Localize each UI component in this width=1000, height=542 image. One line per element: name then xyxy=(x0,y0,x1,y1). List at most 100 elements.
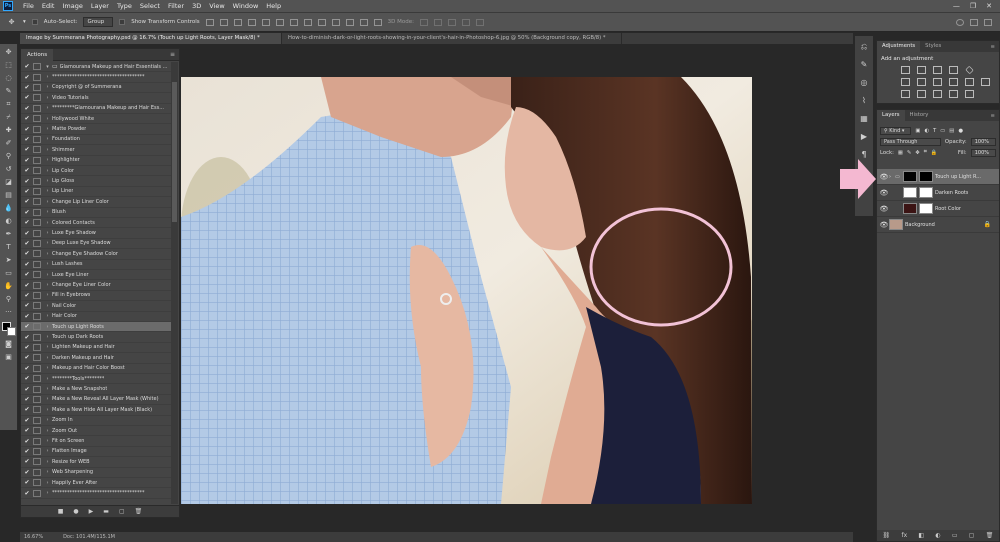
toggle-check-icon[interactable]: ✔ xyxy=(23,146,31,153)
distribute-left-icon[interactable] xyxy=(331,18,340,26)
toggle-check-icon[interactable]: ✔ xyxy=(23,115,31,122)
menu-image[interactable]: Image xyxy=(58,2,86,10)
menu-edit[interactable]: Edit xyxy=(38,2,59,10)
expand-arrow-icon[interactable]: › xyxy=(43,386,52,392)
expand-arrow-icon[interactable]: › xyxy=(43,74,52,80)
expand-arrow-icon[interactable]: › xyxy=(43,355,52,361)
expand-arrow-icon[interactable]: › xyxy=(43,376,52,382)
show-transform-checkbox[interactable] xyxy=(119,19,126,25)
menu-layer[interactable]: Layer xyxy=(87,2,113,10)
expand-arrow-icon[interactable]: › xyxy=(43,261,52,267)
dialog-toggle-box[interactable] xyxy=(33,135,41,143)
tool-preset-arrow-icon[interactable]: ▾ xyxy=(23,19,26,25)
expand-arrow-icon[interactable]: ▾ xyxy=(43,64,52,70)
expand-arrow-icon[interactable]: › xyxy=(43,428,52,434)
dialog-toggle-box[interactable] xyxy=(33,146,41,154)
dialog-toggle-box[interactable] xyxy=(33,271,41,279)
action-row[interactable]: ✔ › Resize for WEB xyxy=(21,457,171,468)
dialog-toggle-box[interactable] xyxy=(33,291,41,299)
expand-arrow-icon[interactable]: › xyxy=(43,292,52,298)
lock-all-icon[interactable]: 🔒 xyxy=(931,150,938,156)
document-photo[interactable] xyxy=(181,77,752,504)
dialog-toggle-box[interactable] xyxy=(33,219,41,227)
tab-document-jpg[interactable]: How-to-diminish-dark-or-light-roots-show… xyxy=(282,33,622,44)
visibility-eye-icon[interactable]: 👁 xyxy=(879,173,889,181)
action-row[interactable]: ✔ › Lighten Makeup and Hair xyxy=(21,343,171,354)
eraser-tool-icon[interactable]: ◪ xyxy=(3,177,14,187)
expand-arrow-icon[interactable]: › xyxy=(43,459,52,465)
distribute-top-icon[interactable] xyxy=(289,18,298,26)
expand-arrow-icon[interactable]: › xyxy=(43,282,52,288)
menu-help[interactable]: Help xyxy=(262,2,285,10)
pen-tool-icon[interactable]: ✒ xyxy=(3,229,14,239)
expand-arrow-icon[interactable]: › xyxy=(43,209,52,215)
toggle-check-icon[interactable]: ✔ xyxy=(23,417,31,424)
action-row[interactable]: ✔ › Colored Contacts xyxy=(21,218,171,229)
expand-arrow-icon[interactable]: › xyxy=(43,396,52,402)
action-row[interactable]: ✔ › Change Lip Liner Color xyxy=(21,197,171,208)
toggle-check-icon[interactable]: ✔ xyxy=(23,354,31,361)
brush-tool-icon[interactable]: ✐ xyxy=(3,138,14,148)
toggle-check-icon[interactable]: ✔ xyxy=(23,188,31,195)
visibility-eye-icon[interactable]: 👁 xyxy=(879,205,889,213)
expand-arrow-icon[interactable]: › xyxy=(43,230,52,236)
action-row[interactable]: ✔ › Nail Color xyxy=(21,301,171,312)
toggle-check-icon[interactable]: ✔ xyxy=(23,84,31,91)
expand-arrow-icon[interactable]: › xyxy=(43,469,52,475)
align-right-icon[interactable] xyxy=(275,18,284,26)
dialog-toggle-box[interactable] xyxy=(33,73,41,81)
add-mask-icon[interactable]: ◧ xyxy=(918,532,924,539)
levels-icon[interactable] xyxy=(917,66,926,74)
align-middle-icon[interactable] xyxy=(219,18,228,26)
brightness-contrast-icon[interactable] xyxy=(901,66,910,74)
dialog-toggle-box[interactable] xyxy=(33,208,41,216)
threshold-icon[interactable] xyxy=(933,90,942,98)
hue-saturation-icon[interactable] xyxy=(901,78,910,86)
quick-mask-icon[interactable]: ◙ xyxy=(3,339,14,349)
gradient-tool-icon[interactable]: ▤ xyxy=(3,190,14,200)
toggle-check-icon[interactable]: ✔ xyxy=(23,302,31,309)
dialog-toggle-box[interactable] xyxy=(33,479,41,487)
dialog-toggle-box[interactable] xyxy=(33,406,41,414)
expand-arrow-icon[interactable]: › xyxy=(43,324,52,330)
dialog-toggle-box[interactable] xyxy=(33,343,41,351)
action-row[interactable]: ✔ › Happily Ever After xyxy=(21,478,171,489)
dialog-toggle-box[interactable] xyxy=(33,302,41,310)
toggle-check-icon[interactable]: ✔ xyxy=(23,323,31,330)
healing-brush-tool-icon[interactable]: ✚ xyxy=(3,125,14,135)
action-row[interactable]: ✔ › ********Tools******** xyxy=(21,374,171,385)
toggle-check-icon[interactable]: ✔ xyxy=(23,105,31,112)
toggle-check-icon[interactable]: ✔ xyxy=(23,261,31,268)
menu-file[interactable]: File xyxy=(19,2,38,10)
fill-field[interactable]: 100% xyxy=(970,148,996,157)
menu-3d[interactable]: 3D xyxy=(188,2,205,10)
search-icon[interactable] xyxy=(956,18,964,26)
toggle-check-icon[interactable]: ✔ xyxy=(23,292,31,299)
expand-arrow-icon[interactable]: › xyxy=(43,95,52,101)
toggle-check-icon[interactable]: ✔ xyxy=(23,126,31,133)
toggle-check-icon[interactable]: ✔ xyxy=(23,406,31,413)
tab-history[interactable]: History xyxy=(905,110,934,121)
align-center-icon[interactable] xyxy=(261,18,270,26)
quick-select-tool-icon[interactable]: ✎ xyxy=(3,86,14,96)
filter-toggle-icon[interactable]: ● xyxy=(958,128,963,134)
new-group-icon[interactable]: ▭ xyxy=(952,532,958,539)
action-row[interactable]: ✔ › Lip Liner xyxy=(21,187,171,198)
expand-arrow-icon[interactable]: › xyxy=(43,105,52,111)
toggle-check-icon[interactable]: ✔ xyxy=(23,469,31,476)
action-row[interactable]: ✔ › Copyright @ of Summerana xyxy=(21,83,171,94)
dialog-toggle-box[interactable] xyxy=(33,94,41,102)
toggle-check-icon[interactable]: ✔ xyxy=(23,157,31,164)
distribute-middle-icon[interactable] xyxy=(303,18,312,26)
layer-row[interactable]: 👁 › ▭ Touch up Light R... xyxy=(877,169,999,185)
expand-arrow-icon[interactable]: › xyxy=(43,365,52,371)
lock-artboard-icon[interactable]: ⌗ xyxy=(924,149,927,156)
lock-pixels-icon[interactable]: ✎ xyxy=(907,150,911,156)
toggle-check-icon[interactable]: ✔ xyxy=(23,94,31,101)
color-balance-icon[interactable] xyxy=(917,78,926,86)
play-selection-icon[interactable]: ▶ xyxy=(89,508,94,515)
paths-icon[interactable]: ⌇ xyxy=(859,96,869,106)
layer-style-icon[interactable]: fx xyxy=(902,532,908,539)
tab-actions[interactable]: Actions xyxy=(21,48,54,61)
maximize-icon[interactable]: ❐ xyxy=(970,2,976,10)
